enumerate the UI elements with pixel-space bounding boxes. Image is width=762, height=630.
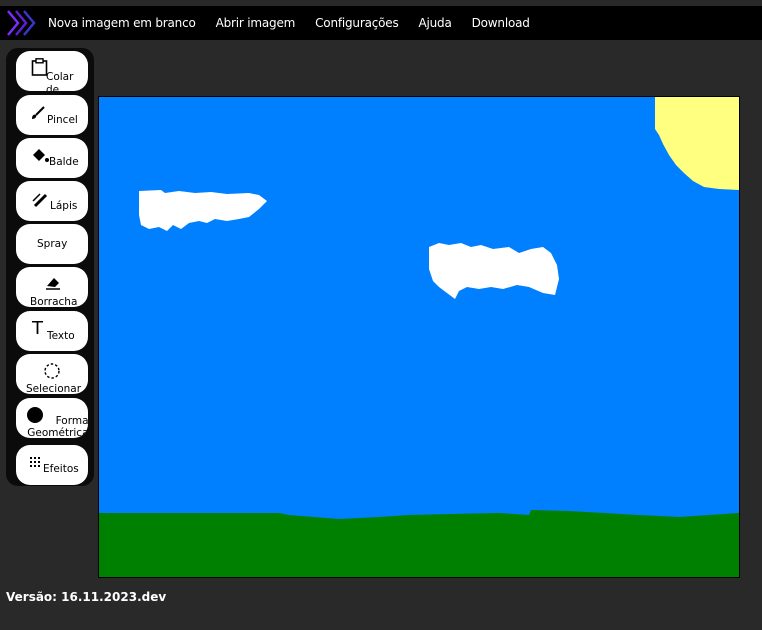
sky-area: [99, 97, 739, 577]
tool-palette: Colar de Pincel Balde Lápis Spray Borrac…: [6, 48, 94, 486]
tool-bucket-button[interactable]: Balde: [16, 138, 88, 178]
menu-help[interactable]: Ajuda: [411, 16, 460, 30]
grass-area: [99, 510, 739, 577]
menu-settings[interactable]: Configurações: [307, 16, 406, 30]
tool-bucket-label: Balde: [49, 156, 79, 168]
text-tool-icon: T: [32, 318, 43, 339]
selection-icon: [44, 363, 60, 379]
tool-select-label: Selecionar: [26, 383, 82, 395]
tool-text-label: Texto: [47, 330, 75, 342]
menu-open-image[interactable]: Abrir imagem: [208, 16, 304, 30]
main-menu: Nova imagem em branco Abrir imagem Confi…: [40, 6, 542, 40]
menu-new-blank-image[interactable]: Nova imagem em branco: [40, 16, 204, 30]
tool-effects-label: Efeitos: [43, 463, 79, 475]
tool-eraser-label: Borracha: [30, 296, 78, 308]
tool-shapes-label: Formas Geométricas: [27, 415, 88, 438]
eraser-icon: [46, 278, 60, 290]
tool-eraser-button[interactable]: Borracha: [16, 267, 88, 307]
tool-pencil-label: Lápis: [50, 200, 78, 212]
tool-brush-label: Pincel: [47, 114, 78, 126]
effects-dots-icon: [30, 457, 40, 467]
top-menu-bar: Nova imagem em branco Abrir imagem Confi…: [0, 6, 762, 40]
pencil-icon: [32, 193, 48, 208]
tool-pencil-button[interactable]: Lápis: [16, 181, 88, 221]
tool-effects-button[interactable]: Efeitos: [16, 445, 88, 485]
tool-paste-button[interactable]: Colar de: [16, 51, 88, 91]
paint-bucket-icon: [33, 149, 49, 162]
tool-spray-button[interactable]: Spray: [16, 224, 88, 264]
tool-brush-button[interactable]: Pincel: [16, 95, 88, 135]
tool-spray-label: Spray: [37, 238, 68, 250]
tool-shapes-button[interactable]: Formas Geométricas: [16, 398, 88, 438]
drawing-canvas[interactable]: [98, 96, 740, 578]
brush-icon: [32, 106, 45, 119]
tool-paste-label: Colar de: [46, 71, 74, 91]
version-label: Versão: 16.11.2023.dev: [6, 590, 167, 604]
canvas-drawing: [99, 97, 739, 577]
app-logo-icon[interactable]: [6, 9, 38, 37]
menu-download[interactable]: Download: [464, 16, 538, 30]
tool-text-button[interactable]: T Texto: [16, 311, 88, 351]
tool-select-button[interactable]: Selecionar: [16, 354, 88, 394]
